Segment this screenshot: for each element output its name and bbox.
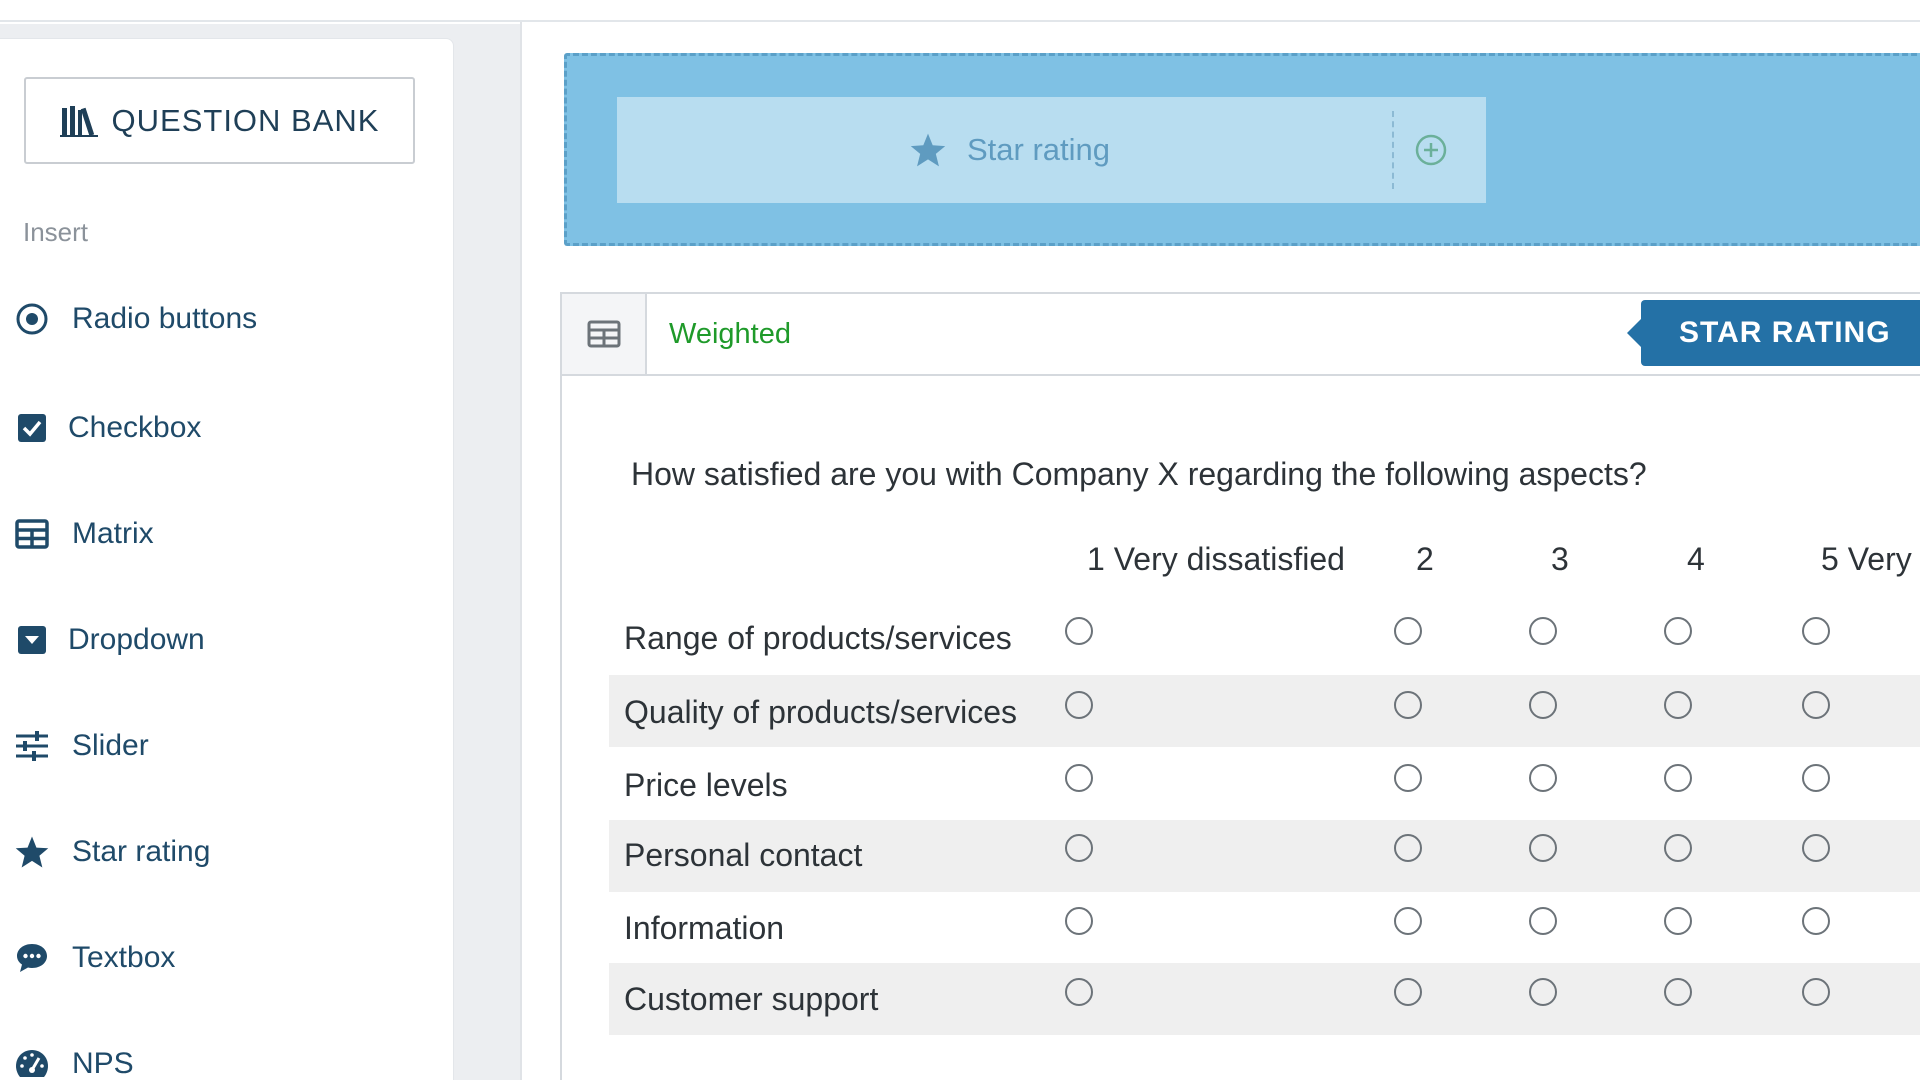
- tool-star-rating[interactable]: Star rating: [14, 834, 210, 870]
- rating-radio[interactable]: [1802, 691, 1830, 719]
- rating-radio[interactable]: [1529, 764, 1557, 792]
- matrix-icon: [14, 516, 50, 552]
- rating-radio[interactable]: [1802, 907, 1830, 935]
- checkbox-icon: [14, 410, 50, 446]
- rating-radio[interactable]: [1394, 907, 1422, 935]
- rating-radio[interactable]: [1065, 764, 1093, 792]
- rating-radio[interactable]: [1065, 691, 1093, 719]
- matrix-row-label: Personal contact: [624, 837, 863, 873]
- books-icon: [59, 105, 98, 137]
- rating-radio[interactable]: [1664, 907, 1692, 935]
- tool-label: Slider: [72, 729, 149, 762]
- rating-radio[interactable]: [1394, 617, 1422, 645]
- rating-radio[interactable]: [1529, 834, 1557, 862]
- rating-radio[interactable]: [1394, 834, 1422, 862]
- question-text: How satisfied are you with Company X reg…: [631, 456, 1647, 492]
- plus-circle-icon[interactable]: [1414, 133, 1448, 167]
- gutter-divider: [520, 22, 522, 1080]
- rating-radio[interactable]: [1065, 617, 1093, 645]
- rating-radio[interactable]: [1664, 617, 1692, 645]
- rating-radio[interactable]: [1065, 907, 1093, 935]
- tool-radio-buttons[interactable]: Radio buttons: [14, 301, 257, 337]
- slider-icon: [14, 728, 50, 764]
- weighted-badge: Weighted: [669, 318, 791, 350]
- tool-slider[interactable]: Slider: [14, 728, 149, 764]
- star-icon: [910, 133, 946, 167]
- rating-radio[interactable]: [1529, 617, 1557, 645]
- tool-label: Matrix: [72, 517, 154, 550]
- table-icon: [587, 320, 620, 348]
- tool-label: Radio buttons: [72, 302, 258, 335]
- dropdown-icon: [14, 622, 50, 658]
- rating-radio[interactable]: [1065, 978, 1093, 1006]
- dragged-question-card[interactable]: Star rating: [617, 97, 1486, 203]
- insert-heading: Insert: [23, 217, 89, 247]
- matrix-row-label: Price levels: [624, 767, 788, 803]
- rating-radio[interactable]: [1802, 978, 1830, 1006]
- rating-radio[interactable]: [1529, 978, 1557, 1006]
- tool-label: Checkbox: [68, 411, 202, 444]
- tool-label: Dropdown: [68, 623, 205, 656]
- column-header: 2: [1416, 541, 1434, 577]
- column-header: 4: [1687, 541, 1705, 577]
- rating-radio[interactable]: [1065, 834, 1093, 862]
- rating-radio[interactable]: [1394, 978, 1422, 1006]
- question-bank-button[interactable]: QUESTION BANK: [24, 77, 415, 164]
- rating-radio[interactable]: [1664, 764, 1692, 792]
- tool-label: Star rating: [72, 835, 211, 868]
- rating-radio[interactable]: [1394, 691, 1422, 719]
- rating-radio[interactable]: [1529, 691, 1557, 719]
- gauge-icon: [14, 1046, 50, 1080]
- column-header: 5 Very: [1821, 541, 1912, 577]
- star-icon: [14, 834, 50, 870]
- top-bar: [0, 0, 1920, 22]
- column-header: 3: [1551, 541, 1569, 577]
- matrix-row-label: Information: [624, 910, 785, 946]
- radio-icon: [14, 301, 50, 337]
- question-type-tag: STAR RATING: [1627, 300, 1920, 366]
- tool-dropdown[interactable]: Dropdown: [14, 622, 205, 658]
- question-bank-label: QUESTION BANK: [111, 102, 380, 138]
- rating-radio[interactable]: [1802, 617, 1830, 645]
- matrix-row-label: Quality of products/services: [624, 694, 1018, 730]
- tool-matrix[interactable]: Matrix: [14, 516, 154, 552]
- chat-bubble-icon: [14, 940, 50, 976]
- rating-radio[interactable]: [1802, 834, 1830, 862]
- matrix-row-label: Customer support: [624, 981, 879, 1017]
- tool-checkbox[interactable]: Checkbox: [14, 410, 201, 446]
- layout-toggle-button[interactable]: [562, 294, 647, 374]
- question-type-label: STAR RATING: [1679, 316, 1891, 349]
- dragged-card-label: Star rating: [967, 132, 1111, 167]
- rating-radio[interactable]: [1529, 907, 1557, 935]
- tool-label: Textbox: [72, 941, 176, 974]
- tool-nps[interactable]: NPS: [14, 1046, 134, 1080]
- matrix-row-label: Range of products/services: [624, 620, 1012, 656]
- rating-radio[interactable]: [1802, 764, 1830, 792]
- rating-radio[interactable]: [1664, 691, 1692, 719]
- rating-radio[interactable]: [1664, 834, 1692, 862]
- card-divider: [1392, 111, 1394, 189]
- column-header: 1 Very dissatisfied: [1087, 541, 1345, 577]
- tool-textbox[interactable]: Textbox: [14, 940, 175, 976]
- insert-sidebar: QUESTION BANK Insert Radio buttons Check…: [0, 38, 454, 1080]
- tool-label: NPS: [72, 1047, 134, 1080]
- rating-radio[interactable]: [1664, 978, 1692, 1006]
- rating-radio[interactable]: [1394, 764, 1422, 792]
